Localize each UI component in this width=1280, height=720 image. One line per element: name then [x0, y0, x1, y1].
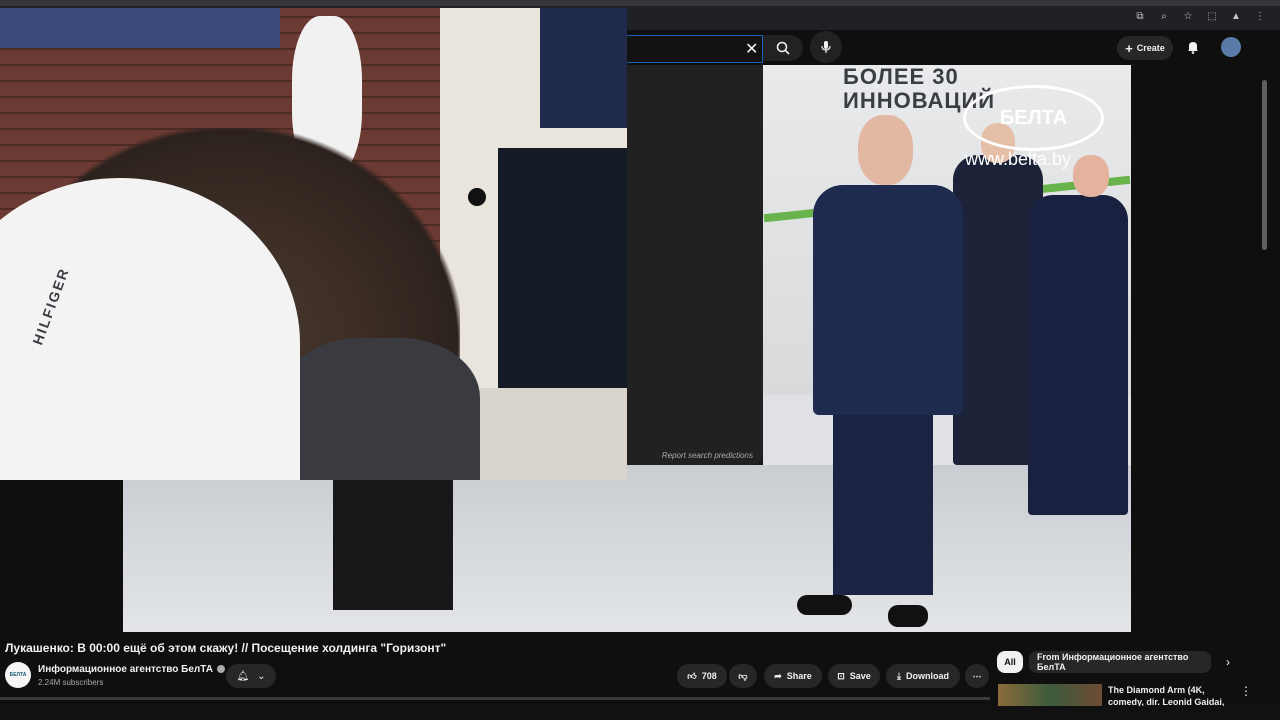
- profile-icon[interactable]: ▲: [1230, 10, 1242, 22]
- verified-badge-icon: [216, 665, 225, 674]
- video-progress-bar[interactable]: [0, 697, 990, 700]
- save-label: Save: [849, 671, 871, 681]
- watermark-logo-text: БЕЛТА: [999, 106, 1068, 129]
- share-icon: ➦: [774, 670, 782, 681]
- chip-from-channel[interactable]: From Информационное агентство БелТА: [1029, 651, 1211, 673]
- share-button[interactable]: ➦ Share: [764, 664, 822, 688]
- subscriber-count: 2.24M subscribers: [38, 678, 104, 687]
- person-suit: [813, 185, 963, 415]
- jacket-brand-text: HILFIGER: [29, 265, 73, 347]
- more-horizontal-icon: ⋯: [972, 670, 982, 681]
- chip-all[interactable]: All: [997, 651, 1023, 673]
- voice-search-button[interactable]: [810, 31, 842, 63]
- download-label: Download: [905, 671, 949, 681]
- thumbs-up-icon: 👍︎: [687, 670, 697, 681]
- star-icon[interactable]: ☆: [1182, 10, 1194, 22]
- channel-avatar-text: БЕЛТА: [9, 672, 27, 678]
- create-label: Create: [1136, 43, 1165, 53]
- menu-icon[interactable]: ⋮: [1254, 10, 1266, 22]
- zoom-icon[interactable]: ⌕: [1158, 10, 1170, 22]
- browser-tab-strip[interactable]: [0, 0, 1280, 6]
- create-button[interactable]: + Create: [1117, 36, 1173, 60]
- video-person-left-legs: [333, 480, 453, 610]
- download-button[interactable]: ⤓ Download: [886, 664, 960, 688]
- plus-icon: +: [1125, 40, 1133, 56]
- extension-icon[interactable]: ⬚: [1206, 10, 1218, 22]
- video-person-main: [797, 115, 963, 627]
- search-input[interactable]: [627, 35, 763, 63]
- search-button[interactable]: [763, 35, 803, 61]
- overlay-window-glass: [498, 148, 627, 418]
- overlay-window-glass-top: [540, 8, 627, 128]
- search-clear-icon[interactable]: ✕: [745, 39, 758, 59]
- browser-toolbar-icons: ⧉ ⌕ ☆ ⬚ ▲ ⋮: [1134, 10, 1266, 22]
- person-head: [1073, 155, 1109, 197]
- person-shoe: [888, 605, 928, 627]
- sign-line-1: БОЛЕЕ 30: [843, 65, 959, 89]
- save-button[interactable]: ⊡ Save: [828, 664, 880, 688]
- share-label: Share: [786, 671, 812, 681]
- page-scrollbar[interactable]: [1262, 80, 1267, 250]
- video-person-background-2: [1028, 155, 1128, 515]
- thumbs-down-icon: 👎︎: [738, 670, 748, 681]
- recommendation-more-icon[interactable]: ⋮: [1240, 684, 1252, 698]
- channel-name[interactable]: Информационное агентство БелТА: [38, 664, 213, 675]
- account-avatar[interactable]: [1221, 37, 1241, 57]
- search-suggestions-dropdown: Report search predictions: [627, 65, 763, 465]
- chip-label: From Информационное агентство БелТА: [1037, 652, 1189, 672]
- download-icon: ⤓: [897, 670, 901, 681]
- report-search-predictions-link[interactable]: Report search predictions: [662, 451, 753, 460]
- like-button[interactable]: 👍︎ 708: [677, 664, 727, 688]
- bell-icon: 🔔︎: [236, 670, 250, 682]
- overlay-video-window[interactable]: HILFIGER: [0, 8, 627, 480]
- overlay-sky: [0, 8, 280, 48]
- person-shoe: [797, 595, 852, 615]
- bottom-strip: [0, 706, 1280, 720]
- subscription-notifications-button[interactable]: 🔔︎ ⌄: [226, 664, 276, 688]
- dislike-button[interactable]: 👎︎: [729, 664, 757, 688]
- more-actions-button[interactable]: ⋯: [965, 664, 989, 688]
- bookmark-icon: ⊡: [837, 670, 845, 681]
- belta-watermark-logo: БЕЛТА: [963, 85, 1104, 151]
- channel-avatar[interactable]: БЕЛТА: [5, 662, 31, 688]
- chevron-right-icon[interactable]: ›: [1226, 655, 1230, 669]
- overlay-door-knob: [468, 188, 486, 206]
- search-icon: [776, 41, 790, 55]
- chip-label: All: [1004, 657, 1016, 667]
- microphone-icon: [821, 41, 831, 53]
- notifications-bell-icon[interactable]: [1186, 40, 1200, 54]
- chevron-down-icon: ⌄: [257, 670, 266, 682]
- overlay-coat: [280, 338, 480, 480]
- like-count: 708: [701, 671, 717, 681]
- video-title: Лукашенко: В 00:00 ещё об этом скажу! //…: [5, 641, 447, 655]
- open-new-icon[interactable]: ⧉: [1134, 10, 1146, 22]
- video-floor: [123, 465, 1131, 632]
- belta-watermark-url: www.belta.by: [965, 149, 1072, 169]
- channel-name-row[interactable]: Информационное агентство БелТА: [38, 664, 225, 675]
- person-legs: [833, 415, 933, 595]
- person-head: [858, 115, 913, 185]
